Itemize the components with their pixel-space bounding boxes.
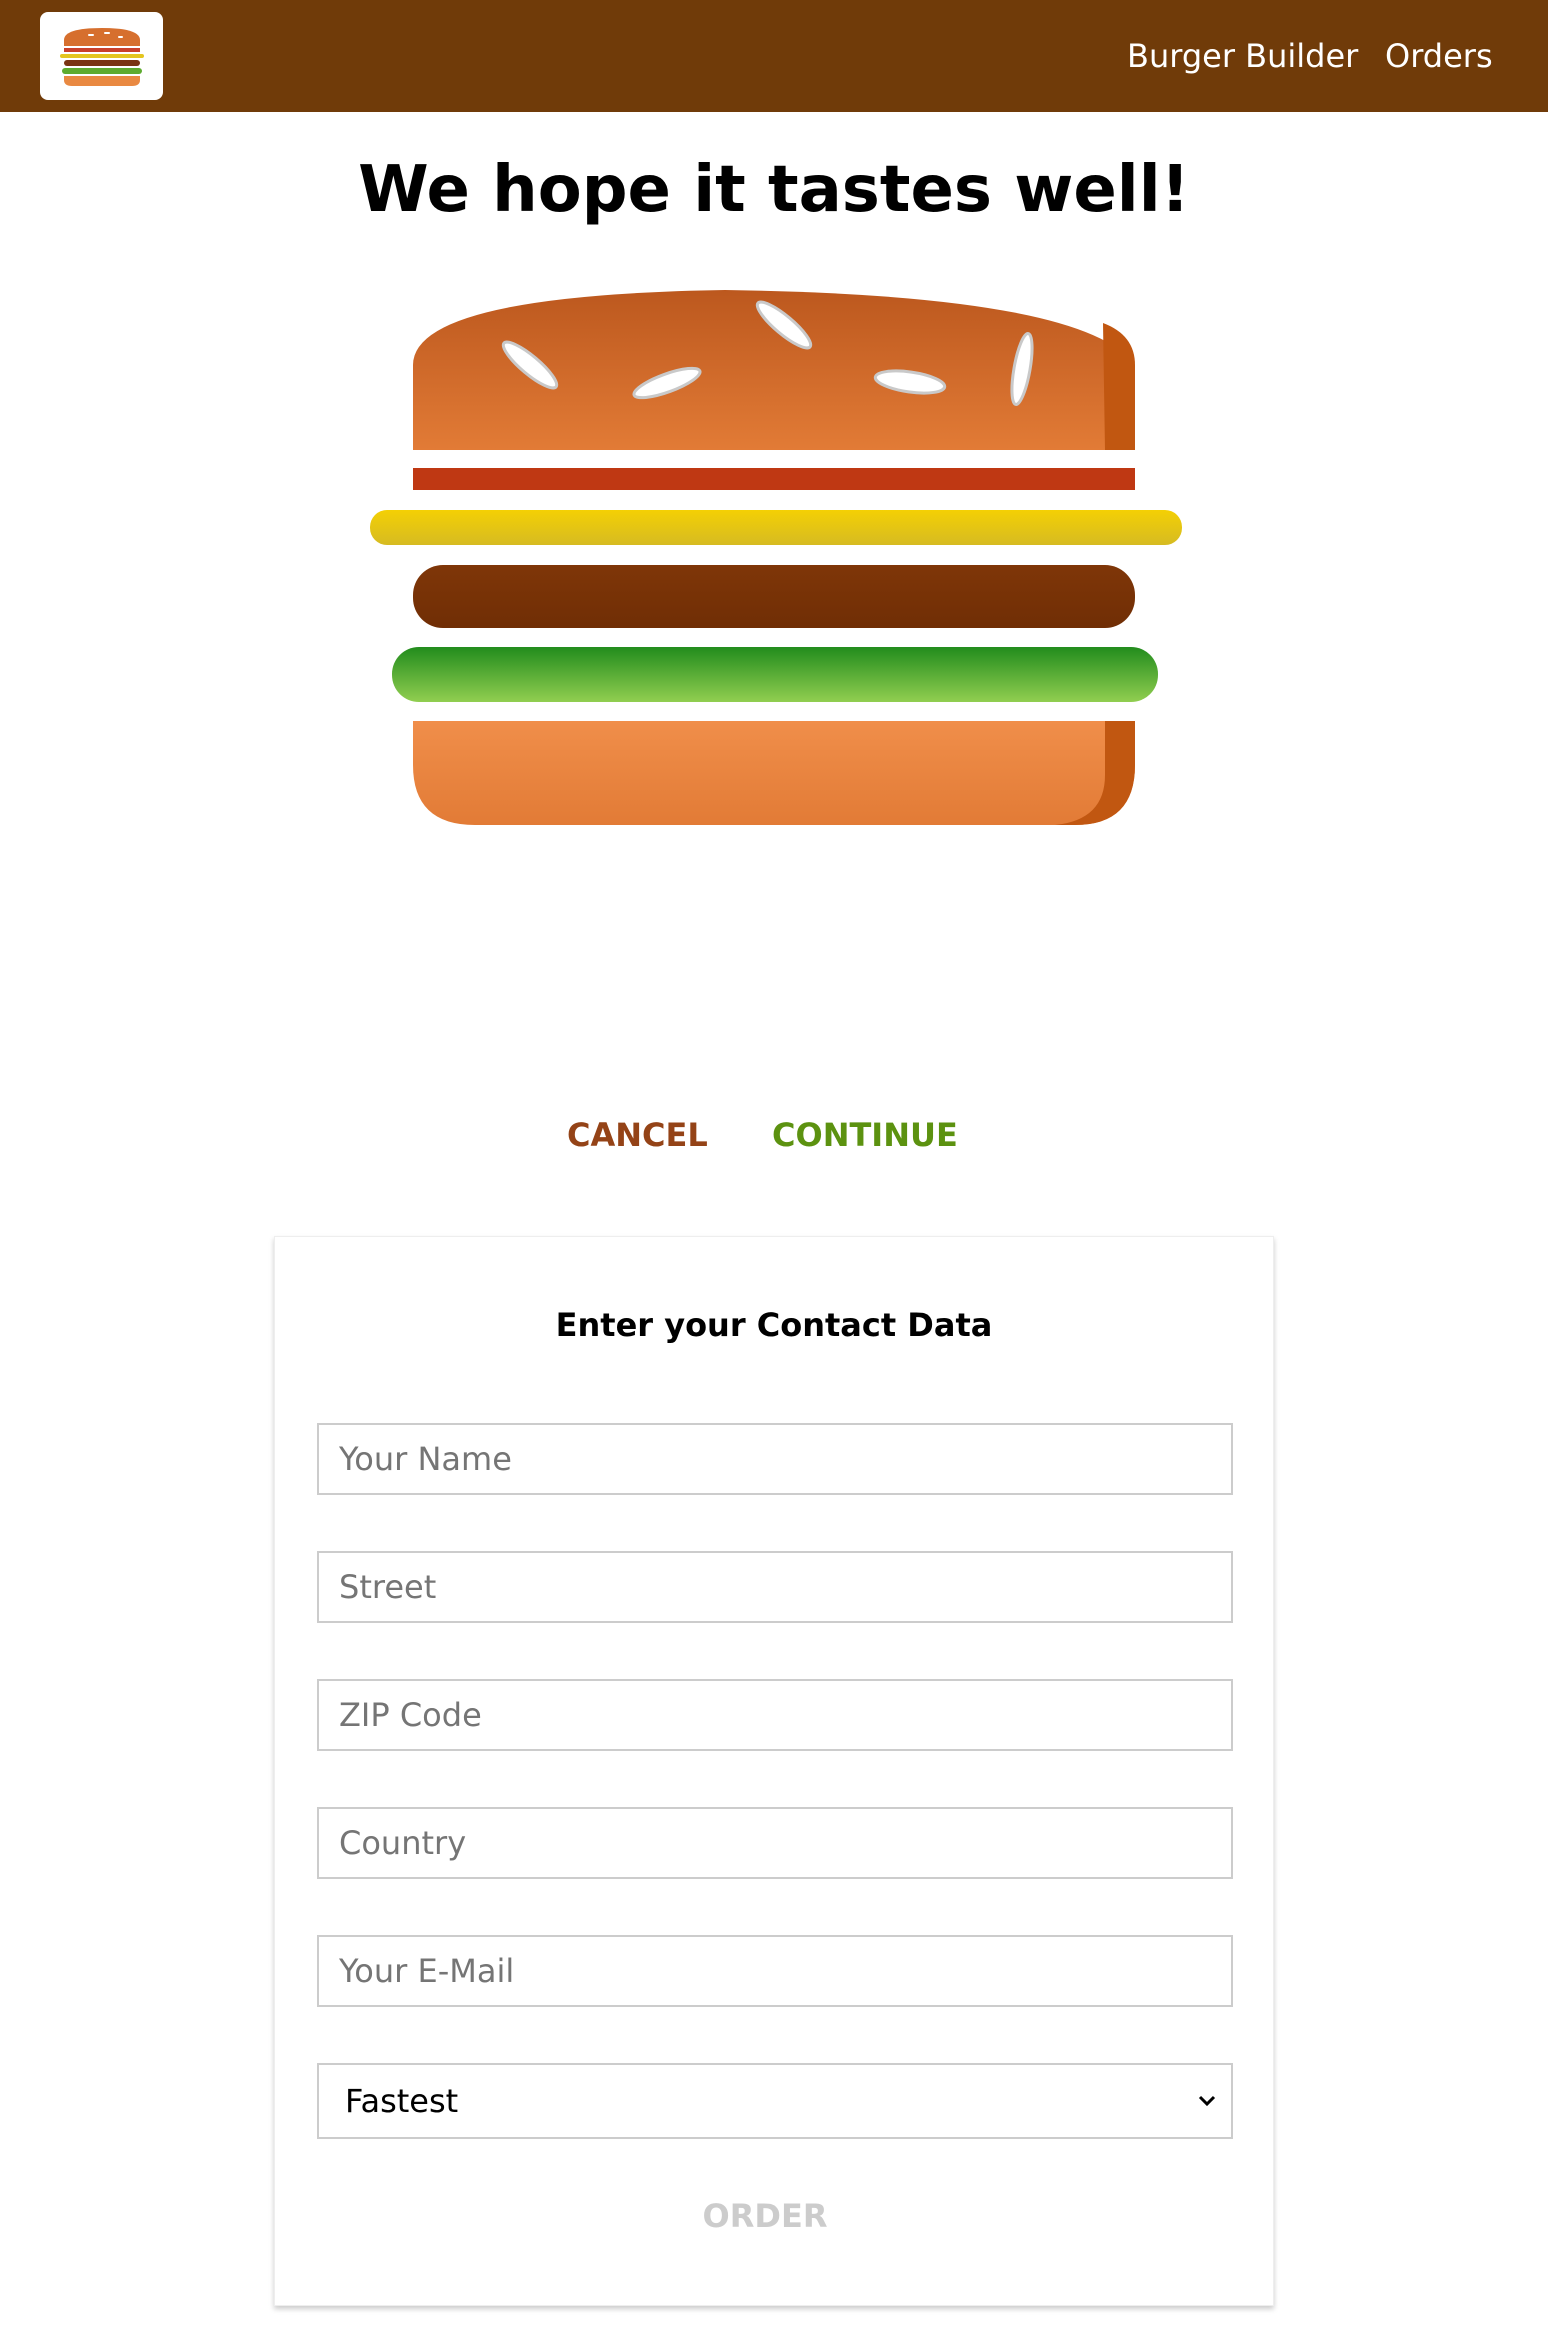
street-input[interactable] <box>317 1551 1233 1623</box>
contact-form-card: Enter your Contact Data Fastest ORDER <box>274 1236 1274 2306</box>
delivery-method-value: Fastest <box>345 2082 459 2120</box>
chevron-down-icon <box>1198 2095 1216 2107</box>
cancel-button[interactable]: CANCEL <box>567 1110 708 1160</box>
salad-layer <box>392 647 1158 702</box>
toolbar: Burger Builder Orders <box>0 0 1548 112</box>
bun-top <box>413 290 1135 450</box>
delivery-method-select[interactable]: Fastest <box>317 2063 1233 2139</box>
bun-bottom <box>413 721 1135 825</box>
cheese-layer <box>370 510 1182 545</box>
nav-orders[interactable]: Orders <box>1385 0 1493 112</box>
burger-logo-icon[interactable] <box>40 12 163 100</box>
continue-button[interactable]: CONTINUE <box>772 1110 958 1160</box>
burger-illustration <box>370 290 1182 825</box>
order-button[interactable]: ORDER <box>275 2191 1255 2241</box>
contact-form-title: Enter your Contact Data <box>555 1306 993 1344</box>
nav-burger-builder[interactable]: Burger Builder <box>1127 0 1358 112</box>
bacon-layer <box>413 468 1135 490</box>
zip-code-input[interactable] <box>317 1679 1233 1751</box>
name-input[interactable] <box>317 1423 1233 1495</box>
page-title: We hope it tastes well! <box>358 153 1190 227</box>
email-input[interactable] <box>317 1935 1233 2007</box>
country-input[interactable] <box>317 1807 1233 1879</box>
meat-layer <box>413 565 1135 628</box>
